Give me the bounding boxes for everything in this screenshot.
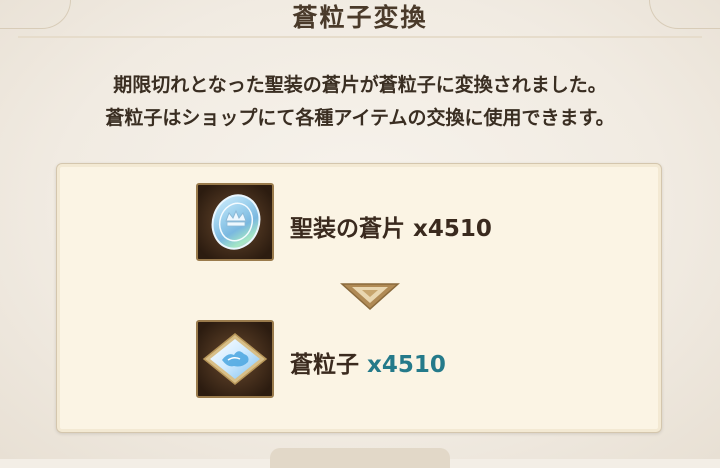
source-item-name: 聖装の蒼片 xyxy=(290,216,405,242)
result-item-quantity: x4510 xyxy=(367,352,446,378)
down-arrow-icon xyxy=(340,283,400,311)
description-line-1: 期限切れとなった聖装の蒼片が蒼粒子に変換されました。 xyxy=(113,74,607,96)
source-item-label: 聖装の蒼片 x4510 xyxy=(290,209,492,243)
source-item-quantity: x4510 xyxy=(413,216,492,242)
result-item-name: 蒼粒子 xyxy=(290,352,359,378)
title-divider xyxy=(18,36,702,38)
source-item-frame xyxy=(196,183,274,261)
result-item-frame xyxy=(196,320,274,398)
result-item-label: 蒼粒子 x4510 xyxy=(290,345,446,379)
dialog-title: 蒼粒子変換 xyxy=(292,3,428,32)
blue-particle-icon xyxy=(198,322,272,396)
holy-fragment-coin-icon xyxy=(198,185,272,259)
description-line-2: 蒼粒子はショップにて各種アイテムの交換に使用できます。 xyxy=(105,107,615,129)
bottom-button-edge xyxy=(270,448,450,468)
